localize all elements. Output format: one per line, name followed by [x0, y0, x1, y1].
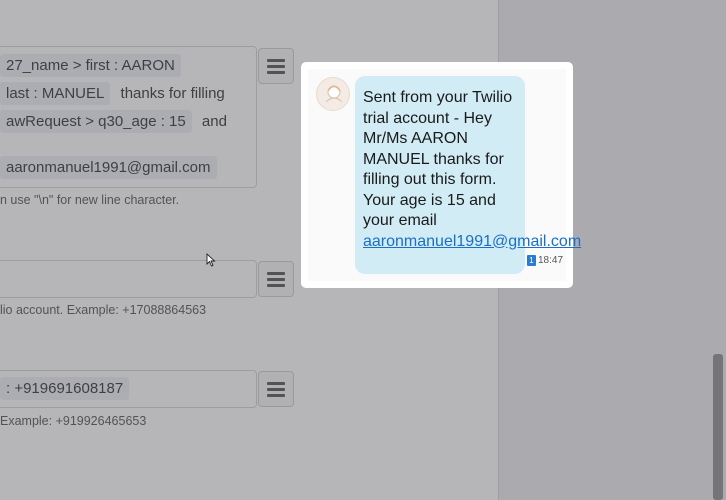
sms-email-link[interactable]: aaronmanuel1991@gmail.com [363, 233, 581, 250]
sms-message-bubble: Sent from your Twilio trial account - He… [355, 76, 581, 274]
cursor-icon [206, 253, 216, 267]
sms-meta: 1 18:47 [527, 255, 563, 266]
sms-preview-image: Sent from your Twilio trial account - He… [308, 69, 581, 281]
sms-message-text: Sent from your Twilio trial account - He… [363, 89, 513, 229]
avatar-icon [316, 77, 350, 111]
sms-timestamp: 18:47 [538, 255, 564, 266]
sim-badge: 1 [527, 255, 536, 266]
sms-preview-popup: Sent from your Twilio trial account - He… [301, 62, 581, 288]
